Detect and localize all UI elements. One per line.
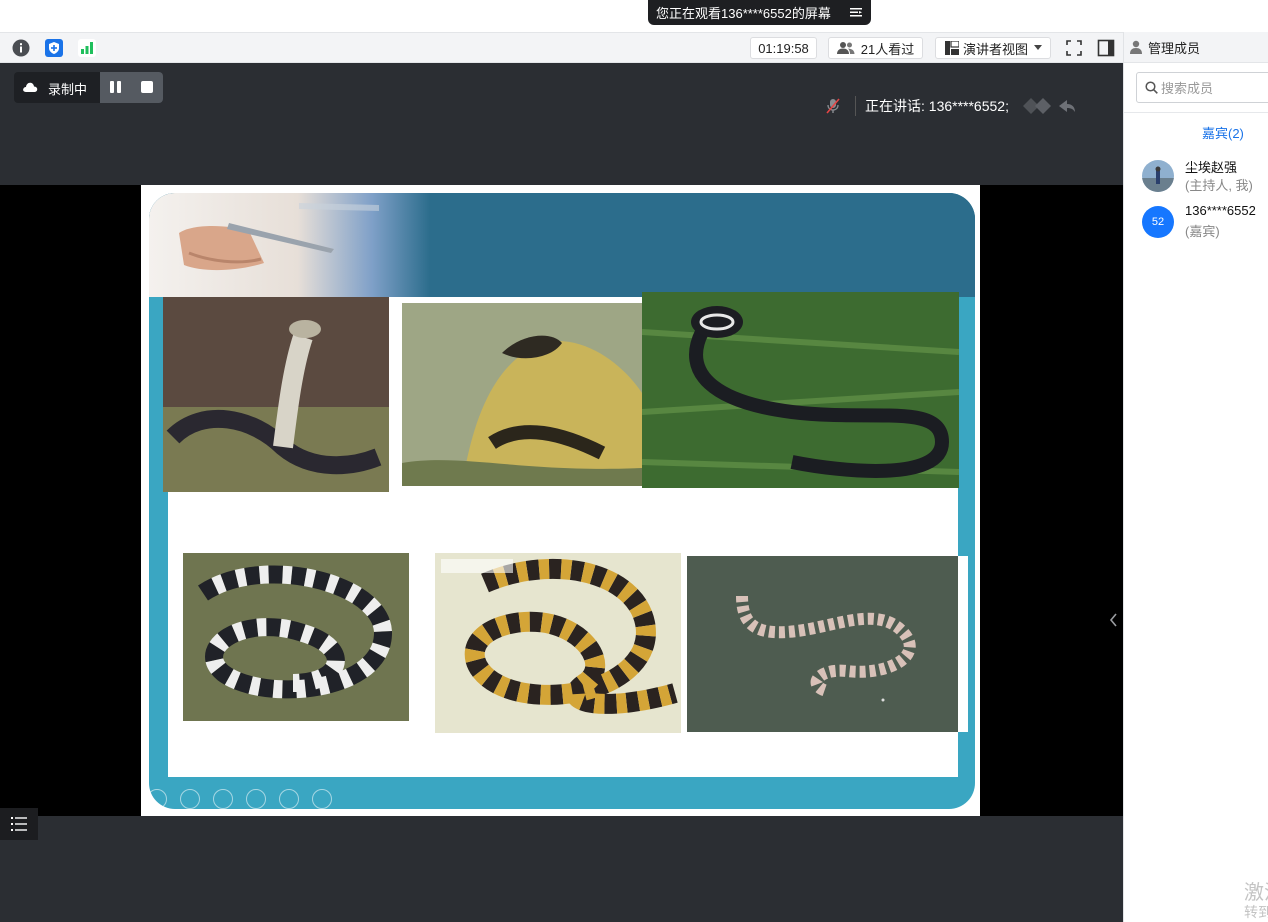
app-window: 您正在观看136****6552的屏幕 01:19:58 21人看过 演讲者视图… [0,0,1268,922]
annotation-tools-icon[interactable] [1021,96,1077,116]
divider [1124,112,1268,113]
menu-icon[interactable] [849,5,863,19]
view-mode-dropdown[interactable]: 演讲者视图 [935,37,1051,59]
search-icon [1145,81,1158,94]
muted-mic-icon [826,98,840,114]
slide-grid-button[interactable] [246,789,266,809]
recording-label: 录制中 [48,82,88,97]
activation-watermark-sub: 转到 [1244,904,1268,920]
slide-prev-button[interactable] [147,789,167,809]
member-role: (嘉宾) [1185,224,1220,239]
slide-zoom-button[interactable] [279,789,299,809]
guests-group-label[interactable]: 嘉宾(2) [1202,123,1244,142]
members-panel-title: 管理成员 [1148,40,1201,56]
recording-control: 录制中 [14,72,163,103]
top-bar: 您正在观看136****6552的屏幕 [0,0,1268,32]
list-icon [11,817,27,831]
bungarus-photo [435,553,681,733]
security-shield-icon[interactable] [45,39,63,57]
member-search-input[interactable]: 搜索成员 [1136,72,1268,103]
viewers-button[interactable]: 21人看过 [828,37,923,59]
pause-recording-button[interactable] [100,72,131,103]
divider [855,96,856,116]
member-name: 136****6552 [1185,203,1256,218]
sidebar-toggle-icon[interactable] [1097,39,1115,57]
member-search-placeholder: 搜索成员 [1161,81,1214,96]
viewers-count: 21人看过 [860,41,915,57]
banded-cobra-grass-photo [642,292,959,488]
layout-icon [945,41,959,55]
pause-icon [110,81,121,93]
slide-more-button[interactable] [312,789,332,809]
members-panel-header: 管理成员 [1124,32,1268,63]
slide-play-button[interactable] [180,789,200,809]
info-icon[interactable] [12,39,30,57]
people-icon [836,42,855,54]
screen-share-banner-text: 您正在观看136****6552的屏幕 [656,6,831,21]
members-panel: 管理成员 搜索成员 嘉宾(2) 尘埃赵强 (主持人, 我) 52 136****… [1123,32,1268,922]
chevron-down-icon [1034,45,1042,50]
view-mode-label: 演讲者视图 [963,41,1029,57]
meeting-timer: 01:19:58 [750,37,817,59]
king-cobra-photo [163,297,389,492]
cobra-closeup-photo [402,303,642,486]
stop-recording-button[interactable] [131,72,163,103]
meeting-area: 录制中 正在讲话: 136****6552; [0,63,1123,922]
member-name: 尘埃赵强 [1185,160,1238,175]
slide-pen-button[interactable] [213,789,233,809]
activation-watermark: 激活 [1244,882,1268,904]
speaking-indicator: 正在讲话: 136****6552; [826,96,1077,116]
slide-controls [147,789,332,809]
member-row[interactable]: 尘埃赵强 (主持人, 我) [1142,157,1268,193]
network-signal-icon[interactable] [78,39,96,57]
slide-header-banner [149,193,975,297]
avatar: 52 [1142,206,1174,238]
screen-share-banner[interactable]: 您正在观看136****6552的屏幕 [648,0,871,25]
banded-krait-photo [183,553,409,721]
member-role: (主持人, 我) [1185,178,1253,193]
worm-snake-photo [687,556,968,732]
meeting-timer-text: 01:19:58 [758,40,809,56]
shared-screen [0,185,1123,816]
member-row[interactable]: 52 136****6552 (嘉宾) [1142,203,1268,239]
chevron-left-icon[interactable] [1108,613,1120,627]
avatar-initials: 52 [1151,216,1165,228]
pen-hand-image [149,193,975,297]
stop-icon [141,81,153,93]
avatar [1142,160,1174,192]
list-toggle-button[interactable] [0,808,38,840]
presentation-slide [141,185,980,816]
speaking-text: 正在讲话: 136****6552; [865,98,1009,114]
cloud-icon [23,82,38,92]
meeting-toolbar: 01:19:58 21人看过 演讲者视图 [0,32,1123,63]
person-icon [1130,40,1142,54]
fullscreen-icon[interactable] [1065,39,1083,57]
